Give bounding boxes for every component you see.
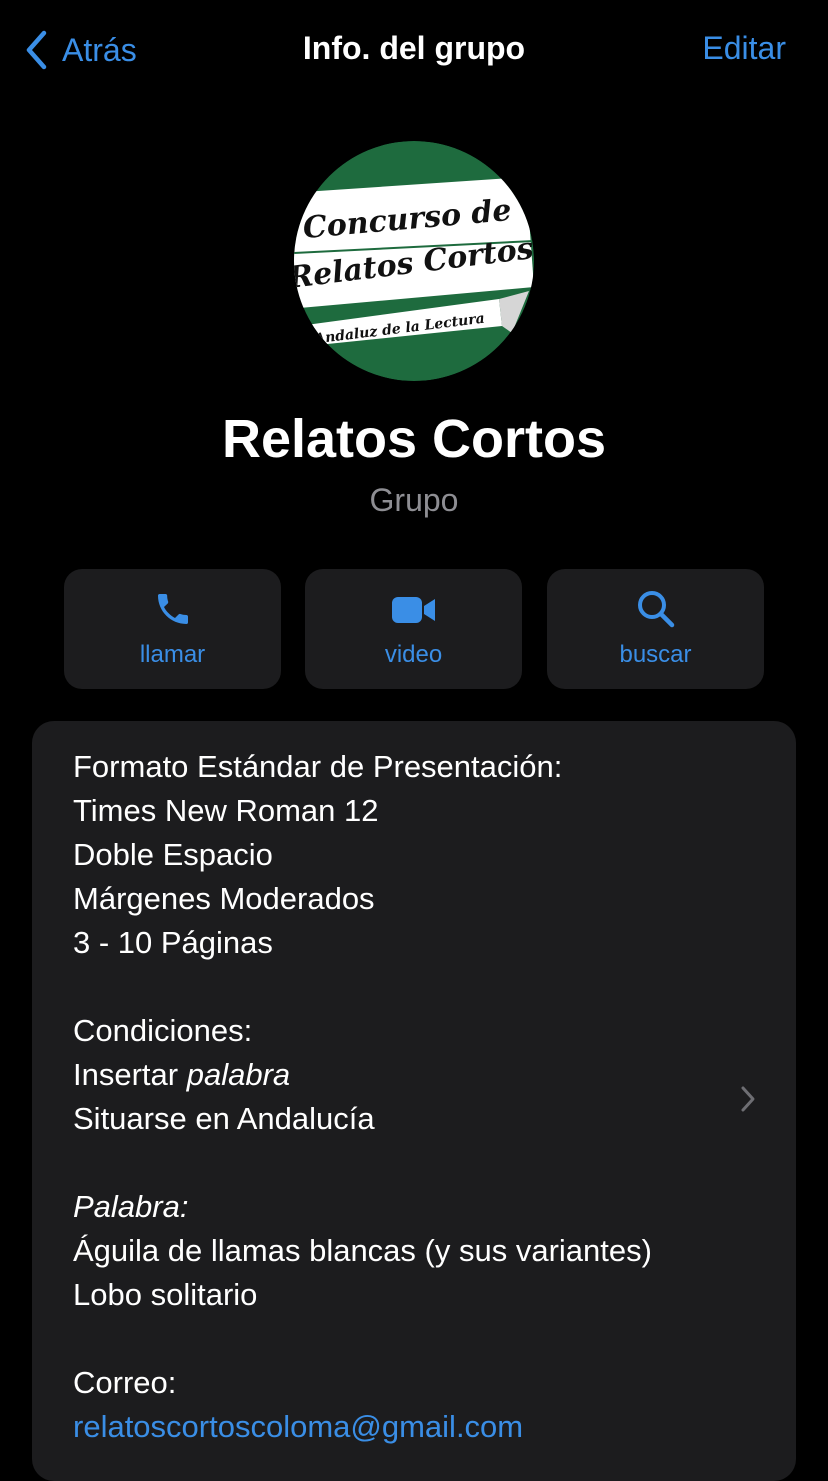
description-line: Márgenes Moderados bbox=[73, 881, 375, 916]
condition-insert-text: Insertar bbox=[73, 1057, 187, 1092]
group-description-card[interactable]: Formato Estándar de Presentación: Times … bbox=[32, 721, 796, 1481]
chevron-right-icon bbox=[741, 1086, 755, 1112]
description-line: Doble Espacio bbox=[73, 837, 273, 872]
group-name: Relatos Cortos bbox=[221, 409, 607, 469]
call-button[interactable]: llamar bbox=[64, 569, 281, 689]
group-description: Formato Estándar de Presentación: Times … bbox=[73, 745, 723, 1449]
description-line: Formato Estándar de Presentación: bbox=[73, 749, 563, 784]
group-avatar[interactable]: Concurso de Relatos Cortos Andaluz de la… bbox=[294, 141, 534, 381]
description-line: Situarse en Andalucía bbox=[73, 1101, 375, 1136]
search-button[interactable]: buscar bbox=[547, 569, 764, 689]
video-button[interactable]: video bbox=[305, 569, 522, 689]
group-type-label: Grupo bbox=[369, 482, 459, 518]
contest-logo: Concurso de Relatos Cortos Andaluz de la… bbox=[294, 141, 534, 381]
description-line: Insertar palabra bbox=[73, 1053, 723, 1097]
search-icon bbox=[637, 591, 674, 628]
description-line: Águila de llamas blancas (y sus variante… bbox=[73, 1233, 652, 1268]
search-button-label: buscar bbox=[619, 641, 692, 668]
description-line: 3 - 10 Páginas bbox=[73, 925, 273, 960]
description-line: Correo: bbox=[73, 1365, 177, 1400]
description-line: Condiciones: bbox=[73, 1013, 253, 1048]
description-line: Lobo solitario bbox=[73, 1277, 258, 1312]
edit-button[interactable]: Editar bbox=[702, 30, 786, 67]
description-line: Palabra: bbox=[73, 1189, 189, 1224]
condition-insert-word: palabra bbox=[186, 1057, 291, 1092]
call-button-label: llamar bbox=[139, 641, 206, 668]
email-link[interactable]: relatoscortoscoloma@gmail.com bbox=[73, 1405, 723, 1449]
phone-icon bbox=[157, 594, 188, 624]
video-button-label: video bbox=[384, 641, 443, 668]
description-line: Times New Roman 12 bbox=[73, 793, 379, 828]
navigation-bar: Atrás Info. del grupo Editar bbox=[0, 0, 828, 100]
video-camera-icon bbox=[391, 597, 435, 623]
action-buttons: llamar video buscar bbox=[64, 569, 764, 689]
